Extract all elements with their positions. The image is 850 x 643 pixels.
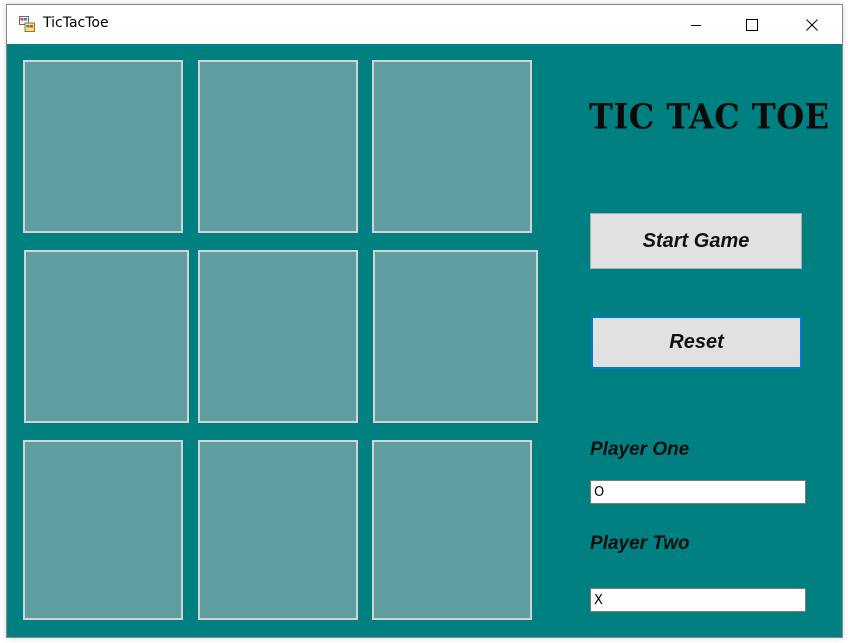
maximize-button[interactable] xyxy=(729,5,775,44)
board-cell-5[interactable] xyxy=(198,250,358,423)
app-window: TicTacToe TIC TAC TOE Start Game Reset P… xyxy=(7,5,842,637)
board-cell-8[interactable] xyxy=(198,440,358,620)
game-title-heading: TIC TAC TOE xyxy=(589,96,830,138)
app-icon xyxy=(19,16,35,32)
board-cell-4[interactable] xyxy=(24,250,189,423)
board-cell-1[interactable] xyxy=(23,60,183,233)
player-two-input[interactable] xyxy=(590,588,806,612)
form-client-area: TIC TAC TOE Start Game Reset Player One … xyxy=(7,44,842,637)
start-game-button[interactable]: Start Game xyxy=(590,213,802,269)
player-two-label: Player Two xyxy=(590,533,690,554)
close-icon xyxy=(806,18,818,31)
minimize-button[interactable] xyxy=(673,5,719,44)
board-cell-7[interactable] xyxy=(23,440,183,620)
maximize-icon xyxy=(746,18,758,31)
minimize-icon xyxy=(691,24,701,26)
player-one-label: Player One xyxy=(590,439,690,460)
reset-button[interactable]: Reset xyxy=(591,316,802,369)
player-one-input[interactable] xyxy=(590,480,806,504)
board-cell-2[interactable] xyxy=(198,60,358,233)
board-cell-3[interactable] xyxy=(372,60,532,233)
board-cell-9[interactable] xyxy=(372,440,532,620)
title-bar[interactable]: TicTacToe xyxy=(7,5,842,44)
board-cell-6[interactable] xyxy=(373,250,538,423)
window-title: TicTacToe xyxy=(43,15,109,31)
close-button[interactable] xyxy=(789,5,835,44)
